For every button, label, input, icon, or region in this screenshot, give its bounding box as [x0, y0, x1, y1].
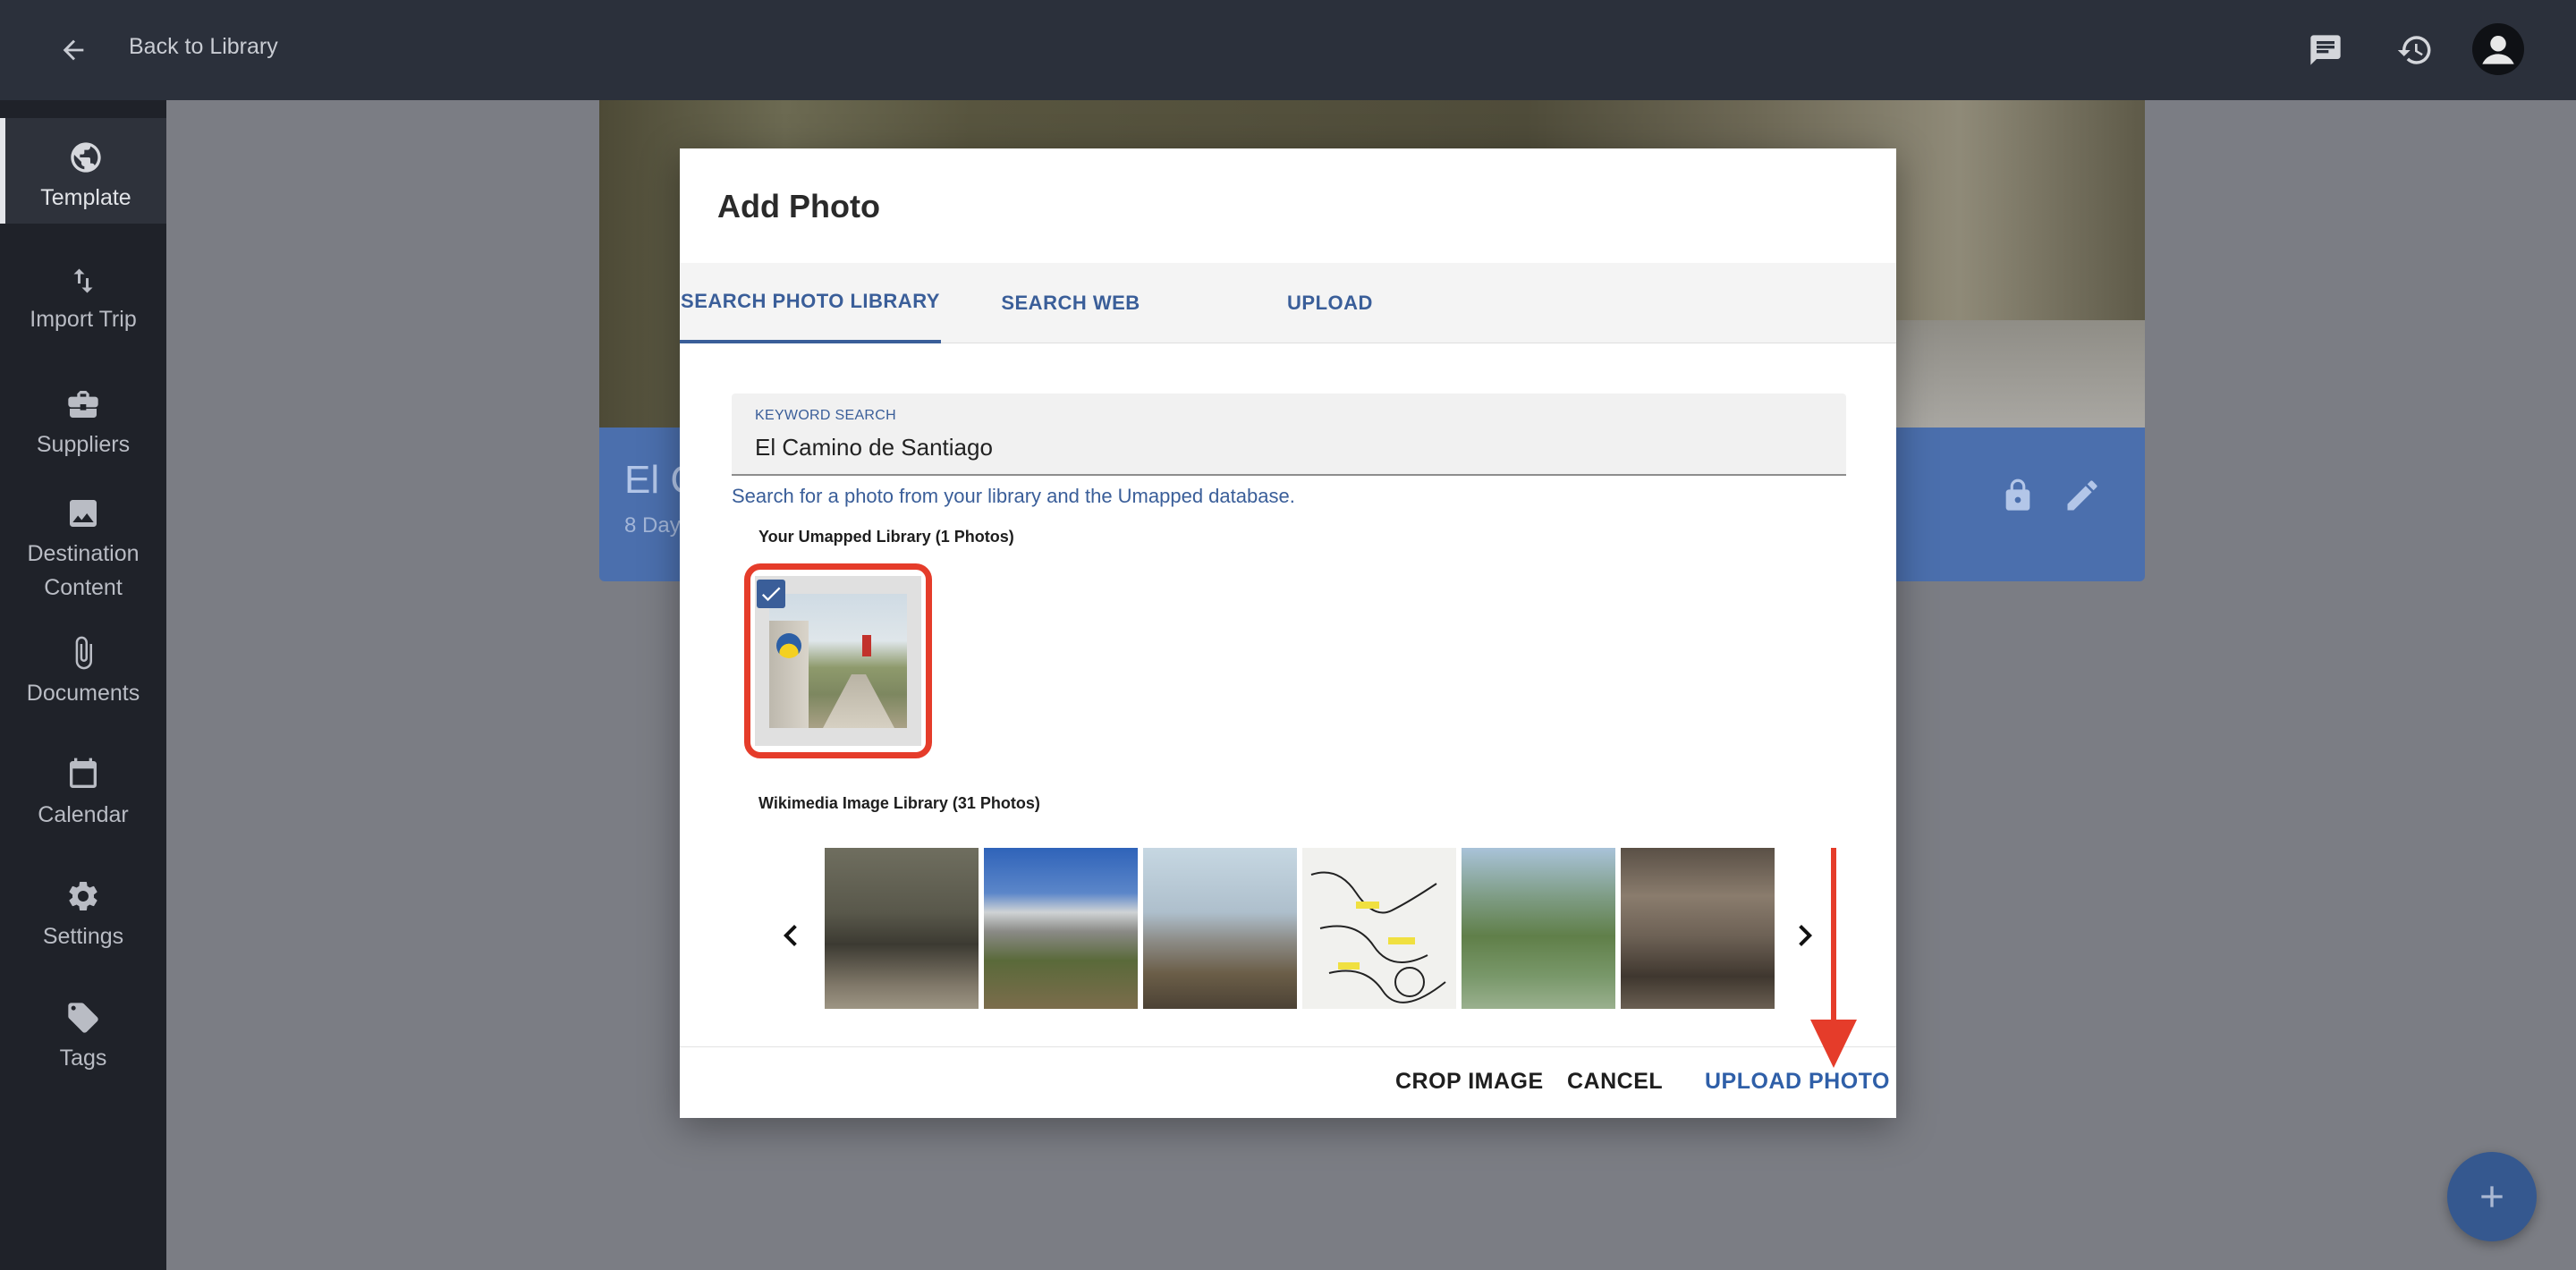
wikimedia-thumbnail[interactable] — [1143, 848, 1297, 1009]
image-icon — [70, 500, 97, 527]
gear-icon — [69, 882, 97, 910]
selected-photo-highlight — [744, 563, 932, 758]
wikimedia-thumbnail[interactable] — [1462, 848, 1615, 1009]
sidebar-item-destination-content[interactable]: Destination Content — [0, 476, 166, 619]
chevron-left-icon — [784, 925, 797, 946]
keyword-search-field[interactable]: KEYWORD SEARCH — [732, 394, 1846, 476]
sidebar-item-template[interactable]: Template — [0, 118, 166, 224]
plus-icon — [2481, 1186, 2503, 1207]
photo-source-tabs: SEARCH PHOTO LIBRARY SEARCH WEB UPLOAD — [680, 263, 1896, 343]
tag-icon — [68, 1003, 98, 1033]
sidebar-item-label: Import Trip — [30, 307, 137, 332]
account-avatar[interactable] — [2472, 23, 2524, 75]
lock-icon[interactable] — [2000, 478, 2036, 513]
sidebar-item-suppliers[interactable]: Suppliers — [0, 365, 166, 470]
camino-photo — [769, 594, 907, 728]
wikimedia-thumbnail[interactable] — [825, 848, 979, 1009]
sidebar-item-label: Template — [40, 185, 131, 210]
keyword-search-input[interactable] — [755, 431, 1810, 463]
sidebar-item-label: Suppliers — [36, 432, 131, 457]
top-app-bar: Back to Library — [0, 0, 2576, 100]
sidebar-item-documents[interactable]: Documents — [0, 614, 166, 719]
sidebar-item-label: Destination Content — [27, 541, 140, 600]
cancel-button[interactable]: CANCEL — [1567, 1059, 1663, 1104]
calendar-icon — [70, 758, 97, 788]
carousel-prev-button[interactable] — [769, 909, 812, 962]
dialog-title: Add Photo — [717, 188, 880, 224]
wikimedia-thumbnail[interactable] — [1302, 848, 1456, 1009]
back-to-library-link[interactable]: Back to Library — [129, 34, 278, 60]
search-helper-text: Search for a photo from your library and… — [732, 485, 1295, 507]
globe-icon — [71, 142, 101, 173]
add-fab-button[interactable] — [2447, 1152, 2537, 1241]
swap-vertical-icon — [73, 268, 93, 293]
tab-search-photo-library[interactable]: SEARCH PHOTO LIBRARY — [680, 263, 941, 343]
route-map-image — [1310, 871, 1446, 1003]
upload-photo-button[interactable]: UPLOAD PHOTO — [1705, 1059, 1890, 1104]
briefcase-icon — [68, 391, 98, 418]
chat-icon[interactable] — [2301, 25, 2351, 75]
chevron-right-icon — [1799, 925, 1812, 946]
history-icon[interactable] — [2390, 25, 2440, 75]
wikimedia-thumbnail[interactable] — [984, 848, 1138, 1009]
sidebar-item-label: Documents — [26, 681, 140, 706]
photo-select-checkbox[interactable] — [757, 580, 785, 608]
check-icon — [761, 587, 781, 602]
paperclip-icon — [75, 636, 92, 670]
sidebar-item-label: Calendar — [38, 802, 129, 827]
library-photo-thumbnail[interactable] — [755, 576, 921, 746]
dialog-footer-divider — [680, 1046, 1896, 1047]
sidebar: Template Import Trip Suppliers Destinati… — [0, 100, 166, 1270]
crop-image-button[interactable]: CROP IMAGE — [1395, 1059, 1544, 1104]
sidebar-item-calendar[interactable]: Calendar — [0, 735, 166, 841]
wikimedia-library-label: Wikimedia Image Library (31 Photos) — [758, 794, 1040, 812]
sidebar-item-label: Settings — [42, 924, 124, 949]
keyword-search-label: KEYWORD SEARCH — [755, 408, 896, 423]
account-icon — [2482, 36, 2514, 64]
arrow-back-icon[interactable] — [50, 27, 97, 73]
wikimedia-thumbnail[interactable] — [1621, 848, 1775, 1009]
tab-search-web[interactable]: SEARCH WEB — [941, 263, 1200, 343]
sidebar-item-settings[interactable]: Settings — [0, 857, 166, 962]
sidebar-item-tags[interactable]: Tags — [0, 978, 166, 1084]
carousel-next-button[interactable] — [1784, 909, 1826, 962]
tab-upload[interactable]: UPLOAD — [1200, 263, 1460, 343]
edit-pencil-icon[interactable] — [2063, 476, 2102, 515]
umapped-library-label: Your Umapped Library (1 Photos) — [758, 528, 1014, 546]
sidebar-item-import-trip[interactable]: Import Trip — [0, 243, 166, 349]
sidebar-item-label: Tags — [59, 1046, 107, 1071]
